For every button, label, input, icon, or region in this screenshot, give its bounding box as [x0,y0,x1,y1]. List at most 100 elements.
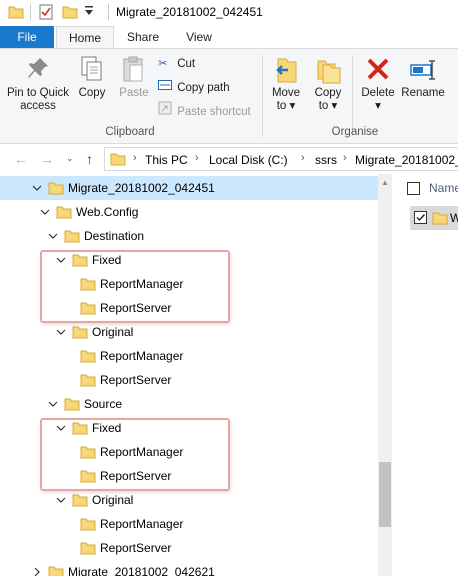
breadcrumb-local-disk[interactable]: Local Disk (C:) [209,153,288,167]
rename-button[interactable]: Rename [400,55,446,100]
copy-button[interactable]: Copy [74,55,110,100]
chevron-down-icon: ▾ [286,100,296,112]
chevron-right-icon[interactable] [32,566,42,576]
tree-item[interactable]: ReportServer [0,536,378,560]
tree-item-label: Source [84,397,123,411]
copy-path-button[interactable]: Copy path [158,79,230,95]
folder-icon [64,396,80,412]
chevron-down-icon[interactable] [56,494,66,504]
tree-item-label: Migrate_20181002_042451 [68,181,215,195]
tree-item-label: Original [92,493,134,507]
tree-item[interactable]: ReportManager [0,512,378,536]
organise-group-label: Organise [331,126,379,138]
cut-button[interactable]: ✂ Cut [158,57,195,71]
chevron-down-icon[interactable] [48,398,58,408]
copy-to-button[interactable]: Copy to ▾ [308,55,348,113]
recent-locations-chevron-icon[interactable]: ⌄ [66,153,74,164]
tab-home[interactable]: Home [56,26,114,49]
tree-item[interactable]: ReportManager [0,344,378,368]
navigation-bar: ← → ⌄ ↑ › This PC › Local Disk (C:) › ss… [0,144,458,174]
delete-x-icon [356,55,400,87]
folder-icon [110,151,126,170]
tree-item[interactable]: Web.Config [0,200,378,224]
rename-icon [400,55,446,87]
tab-file[interactable]: File [0,26,54,48]
folder-icon [80,372,96,388]
file-list-row[interactable]: W [410,206,458,230]
tree-item-label: ReportManager [100,349,184,363]
highlight-box [40,250,230,323]
tab-view[interactable]: View [176,26,222,48]
folder-icon [72,324,88,340]
breadcrumb-separator-icon: › [195,152,199,164]
forward-arrow-icon[interactable]: → [40,151,54,167]
highlight-box [40,418,230,491]
row-checkbox[interactable] [414,211,427,224]
breadcrumb-migrate-folder[interactable]: Migrate_20181002_04 [355,153,458,167]
delete-button[interactable]: Delete ▾ [356,55,400,113]
file-list-row-label: W [450,211,458,225]
tree-item[interactable]: ReportServer [0,368,378,392]
scissors-icon: ✂ [158,58,168,70]
ribbon: Pin to Quick access Copy Paste ✂ Cut Cop… [0,48,458,144]
paste-shortcut-button[interactable]: Paste shortcut [158,101,251,119]
paste-button[interactable]: Paste [114,55,154,100]
folder-icon [8,4,24,23]
customize-toolbar-icon[interactable] [84,5,94,20]
breadcrumb-separator-icon: › [133,152,137,164]
folder-icon [64,228,80,244]
chevron-down-icon: ▾ [328,100,338,112]
breadcrumb-this-pc[interactable]: This PC [145,153,188,167]
copy-path-icon [158,79,174,95]
new-folder-icon[interactable] [62,4,78,23]
tree-item-label: ReportManager [100,517,184,531]
folder-icon [48,180,64,196]
copy-to-icon [308,55,348,87]
paste-shortcut-icon [158,101,174,119]
tree-scrollbar[interactable]: ▲ [378,174,392,576]
pin-to-quick-access-button[interactable]: Pin to Quick access [2,55,74,113]
tree-item[interactable]: Original [0,320,378,344]
chevron-down-icon: ▾ [375,100,381,112]
chevron-down-icon[interactable] [40,206,50,216]
tree-item[interactable]: Destination [0,224,378,248]
folder-icon [80,540,96,556]
tree-item[interactable]: Source [0,392,378,416]
tree-item-label: ReportServer [100,541,172,555]
folder-icon [432,210,448,229]
tab-share[interactable]: Share [120,26,166,48]
tree-item[interactable]: Original [0,488,378,512]
folder-icon [80,516,96,532]
tree-item[interactable]: Migrate_20181002_042451 [0,176,378,200]
breadcrumb-ssrs[interactable]: ssrs [315,153,337,167]
file-list-pane: Name W [392,174,458,576]
copy-icon [74,55,110,87]
back-arrow-icon[interactable]: ← [14,151,28,167]
properties-icon[interactable] [38,4,54,23]
folder-icon [56,204,72,220]
title-bar: Migrate_20181002_042451 [0,0,458,26]
chevron-down-icon[interactable] [48,230,58,240]
tree-item-label: Web.Config [76,205,139,219]
move-to-icon [266,55,306,87]
folder-icon [80,348,96,364]
tree-item-label: Destination [84,229,145,243]
scroll-up-icon[interactable]: ▲ [381,178,389,187]
navigation-tree: Migrate_20181002_042451 Web.Config Destina… [0,174,378,576]
up-arrow-icon[interactable]: ↑ [86,151,93,167]
window-title: Migrate_20181002_042451 [116,5,263,19]
breadcrumb-separator-icon: › [301,152,305,164]
tree-item[interactable]: Migrate_20181002_042621 [0,560,378,576]
chevron-down-icon[interactable] [56,326,66,336]
clipboard-group-label: Clipboard [105,126,155,138]
chevron-down-icon[interactable] [32,182,42,192]
tree-item-label: ReportServer [100,373,172,387]
address-bar[interactable]: › This PC › Local Disk (C:) › ssrs › Mig… [104,147,458,171]
name-column-header[interactable]: Name [429,181,458,195]
tree-item-label: Original [92,325,134,339]
scroll-thumb[interactable] [379,462,391,527]
folder-icon [48,564,64,576]
move-to-button[interactable]: Move to ▾ [266,55,306,113]
tree-item-label: Migrate_20181002_042621 [68,565,215,576]
select-all-checkbox[interactable] [407,182,420,195]
